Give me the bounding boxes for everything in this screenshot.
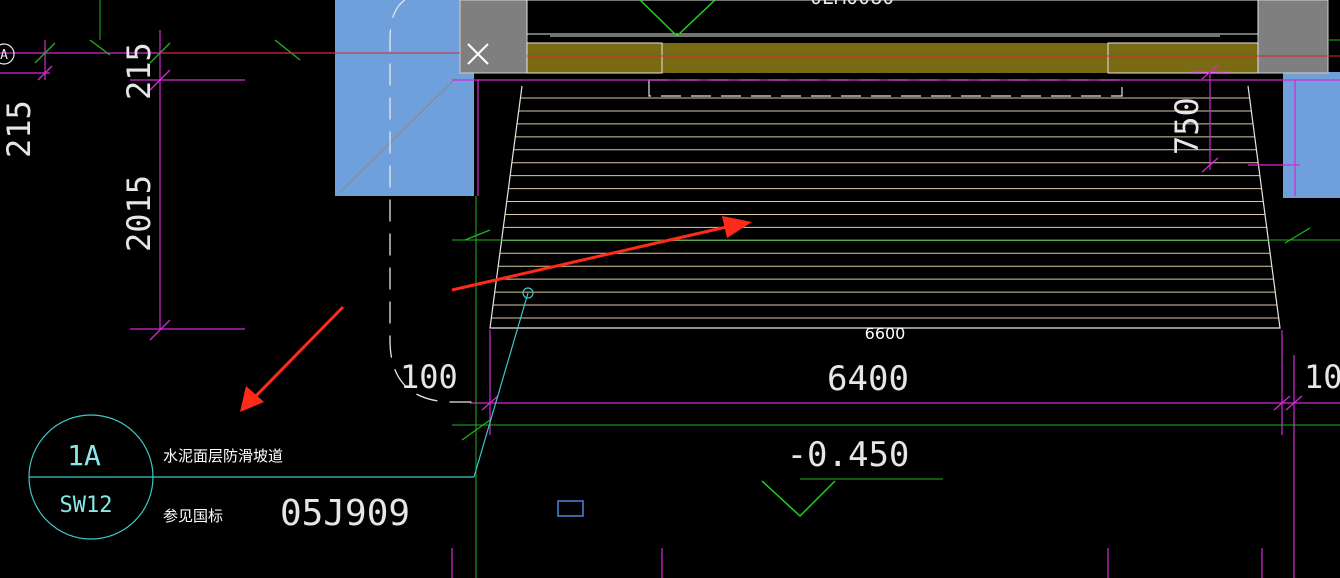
dim-bottom-right: 100 — [1304, 358, 1340, 396]
green-lines — [99, 0, 1340, 578]
dim-ramp-depth: 750 — [1168, 97, 1206, 155]
dimension-ticks-magenta — [37, 64, 1303, 411]
beam — [526, 35, 1340, 74]
dim-bottom-left: 100 — [400, 358, 458, 396]
small-blue-marker — [557, 500, 584, 517]
svg-text:A: A — [0, 48, 8, 63]
grid-bubble-a: A — [0, 43, 15, 65]
dim-left-top: 215 — [0, 100, 38, 158]
top-cut-text: 0EM0080 — [810, 0, 894, 9]
right-wall-column — [1283, 72, 1340, 198]
callout-top-label: 1A — [67, 439, 101, 472]
callout-description: 水泥面层防滑坡道 — [163, 447, 283, 465]
elevation-marker: -0.450 — [761, 435, 910, 518]
dashed-trench — [648, 79, 1123, 97]
top-elevation-symbol: 0EM0080 — [526, 0, 1259, 38]
callout-reference-code: 05J909 — [280, 493, 410, 534]
dim-ramp-width: 6600 — [865, 324, 906, 343]
cad-drawing-canvas[interactable]: 0EM0080 — [0, 0, 1340, 578]
callout-reference-note: 参见国标 — [163, 507, 223, 525]
elevation-text: -0.450 — [787, 435, 910, 475]
callout-bottom-label: SW12 — [60, 493, 113, 518]
left-wall-column — [335, 0, 474, 196]
dim-left-mid: 215 — [120, 42, 158, 100]
red-arrow-callout — [240, 305, 345, 412]
ramp-hatch — [491, 97, 1279, 319]
dim-bottom-main: 6400 — [827, 359, 909, 399]
detail-callout: 1A SW12 水泥面层防滑坡道 参见国标 05J909 — [28, 287, 534, 540]
magenta-dimension-lines — [0, 30, 1340, 578]
dim-left-big: 2015 — [120, 175, 158, 252]
